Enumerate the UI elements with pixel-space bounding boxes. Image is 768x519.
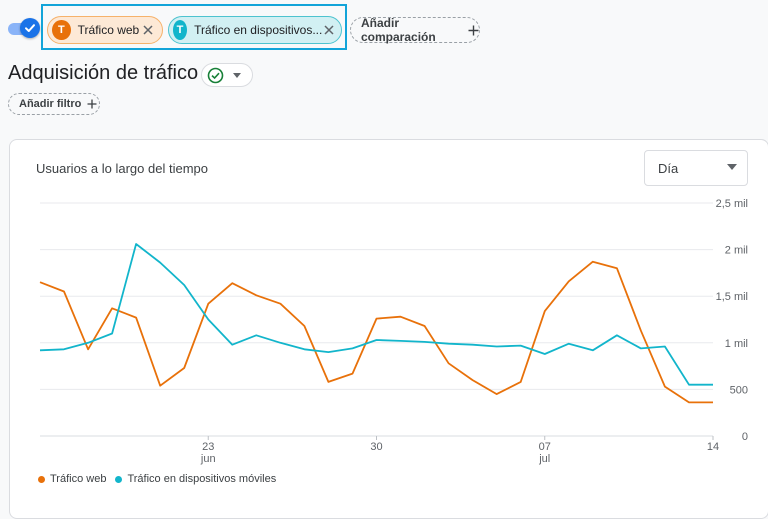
- x-tick-label: 07: [539, 441, 551, 453]
- series-line-web: [39, 260, 713, 404]
- y-tick-label: 1,5 mil: [716, 291, 748, 303]
- y-tick-label: 0: [742, 431, 748, 443]
- legend-swatch-mobile: [115, 475, 123, 483]
- chart-legend: Tráfico web Tráfico en dispositivos móvi…: [38, 473, 285, 485]
- series-line-mobile: [39, 243, 713, 386]
- x-tick-label: 14: [707, 441, 719, 453]
- y-tick-label: 2,5 mil: [716, 198, 748, 210]
- users-over-time-chart: 0 500 1 mil 1,5 mil 2 mil 2,5 mil 23jun 30 07jul…: [39, 198, 748, 465]
- legend-label-web: Tráfico web: [50, 473, 107, 485]
- y-tick-label: 500: [730, 384, 748, 396]
- legend-swatch-web: [38, 475, 45, 483]
- x-tick-month-label: jun: [200, 453, 216, 465]
- legend-item-mobile[interactable]: Tráfico en dispositivos móviles: [115, 473, 276, 485]
- legend-item-web[interactable]: Tráfico web: [38, 473, 106, 485]
- y-tick-label: 2 mil: [725, 245, 748, 257]
- x-tick-label: 30: [370, 441, 382, 453]
- x-tick-month-label: jul: [538, 453, 550, 465]
- y-tick-label: 1 mil: [725, 338, 748, 350]
- legend-label-mobile: Tráfico en dispositivos móviles: [127, 473, 277, 485]
- x-tick-label: 23: [202, 441, 214, 453]
